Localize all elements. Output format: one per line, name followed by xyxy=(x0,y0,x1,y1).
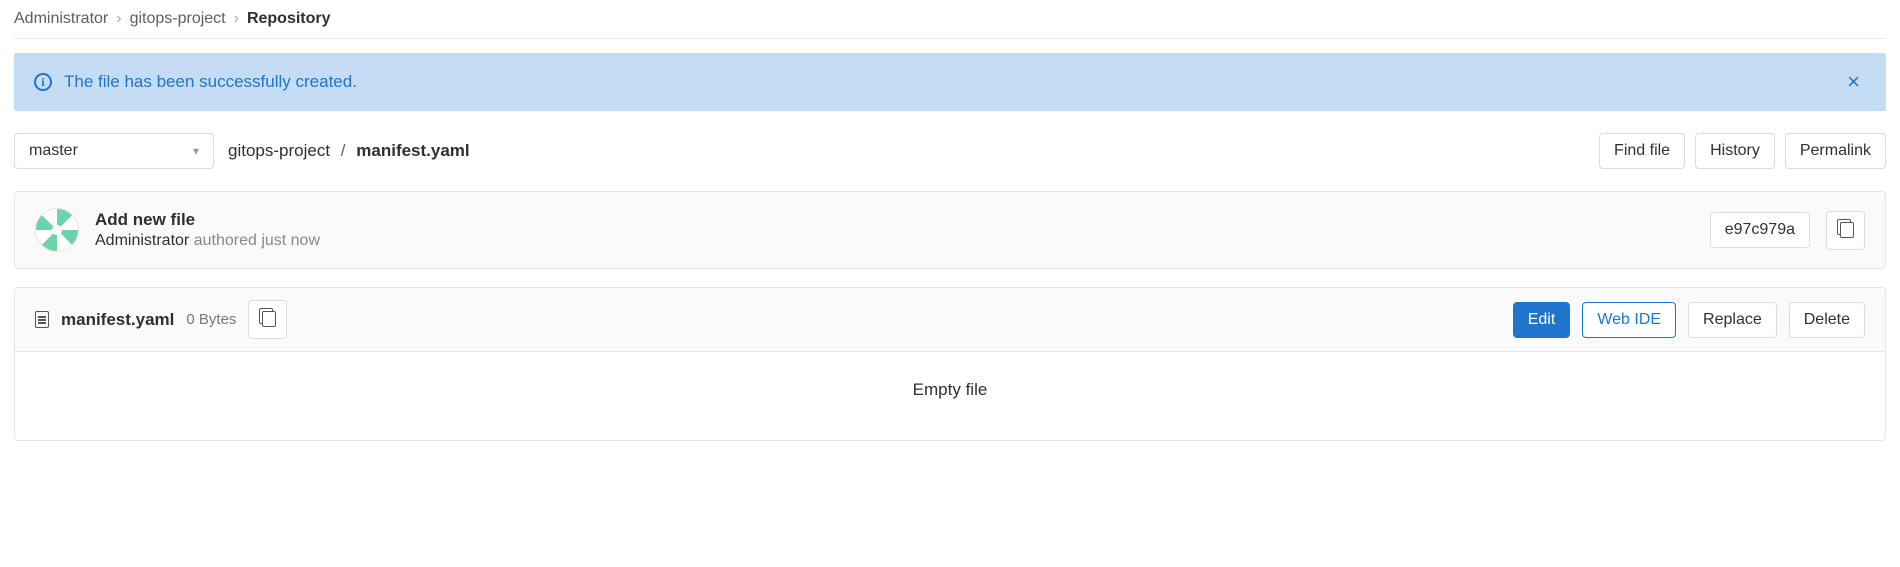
web-ide-button[interactable]: Web IDE xyxy=(1582,302,1676,338)
clipboard-icon xyxy=(259,309,276,330)
delete-button[interactable]: Delete xyxy=(1789,302,1865,338)
commit-title[interactable]: Add new file xyxy=(95,210,1694,230)
avatar[interactable] xyxy=(35,208,79,252)
edit-button[interactable]: Edit xyxy=(1513,302,1571,338)
file-panel: manifest.yaml 0 Bytes Edit Web IDE Repla… xyxy=(14,287,1886,441)
breadcrumb-item-project[interactable]: gitops-project xyxy=(130,10,226,28)
history-button[interactable]: History xyxy=(1695,133,1775,169)
breadcrumb-item-admin[interactable]: Administrator xyxy=(14,10,108,28)
info-icon: i xyxy=(34,73,52,91)
commit-meta: Add new file Administrator authored just… xyxy=(95,210,1694,250)
close-icon[interactable]: × xyxy=(1841,69,1866,95)
chevron-right-icon: › xyxy=(116,10,121,28)
path-separator: / xyxy=(341,141,346,160)
replace-button[interactable]: Replace xyxy=(1688,302,1777,338)
path-file: manifest.yaml xyxy=(356,141,469,160)
commit-author[interactable]: Administrator xyxy=(95,232,189,249)
breadcrumb: Administrator › gitops-project › Reposit… xyxy=(14,10,1886,39)
permalink-button[interactable]: Permalink xyxy=(1785,133,1886,169)
file-path: gitops-project / manifest.yaml xyxy=(228,141,470,161)
breadcrumb-current: Repository xyxy=(247,10,331,28)
copy-path-button[interactable] xyxy=(248,300,287,339)
file-content: Empty file xyxy=(15,352,1885,440)
path-repo[interactable]: gitops-project xyxy=(228,141,330,160)
last-commit-panel: Add new file Administrator authored just… xyxy=(14,191,1886,269)
commit-time: authored just now xyxy=(194,232,320,249)
branch-selector[interactable]: master ▾ xyxy=(14,133,214,169)
find-file-button[interactable]: Find file xyxy=(1599,133,1685,169)
file-size: 0 Bytes xyxy=(186,311,236,328)
branch-name: master xyxy=(29,142,78,160)
copy-sha-button[interactable] xyxy=(1826,211,1865,250)
toolbar-actions: Find file History Permalink xyxy=(1599,133,1886,169)
commit-subtitle: Administrator authored just now xyxy=(95,232,1694,250)
file-toolbar: master ▾ gitops-project / manifest.yaml … xyxy=(14,133,1886,169)
file-header: manifest.yaml 0 Bytes Edit Web IDE Repla… xyxy=(15,288,1885,352)
document-icon xyxy=(35,311,49,328)
success-alert: i The file has been successfully created… xyxy=(14,53,1886,111)
clipboard-icon xyxy=(1837,220,1854,241)
commit-sha[interactable]: e97c979a xyxy=(1710,212,1810,248)
alert-message: The file has been successfully created. xyxy=(64,72,1829,92)
file-name: manifest.yaml xyxy=(61,310,174,330)
chevron-down-icon: ▾ xyxy=(193,144,199,158)
chevron-right-icon: › xyxy=(234,10,239,28)
